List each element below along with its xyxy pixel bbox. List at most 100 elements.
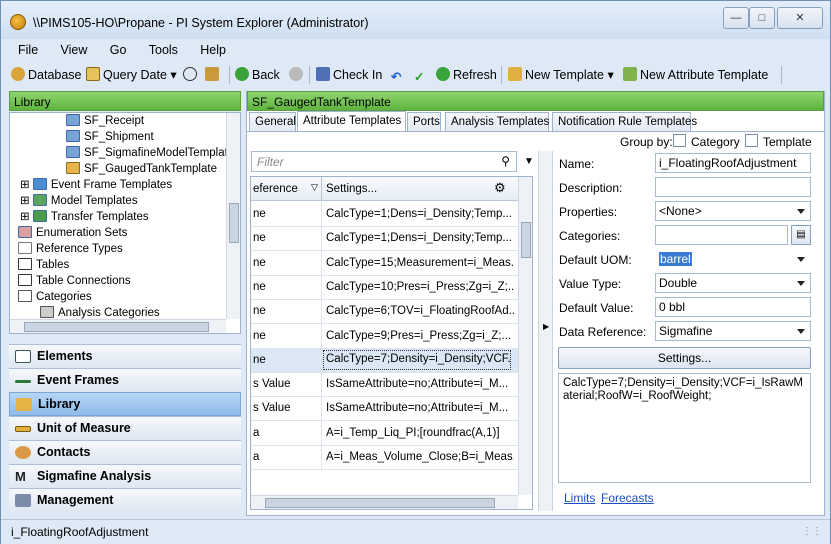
new-attribute-template-button[interactable]: New Attribute Template bbox=[623, 66, 768, 84]
reference-icon bbox=[18, 242, 32, 254]
filter-funnel-icon[interactable]: ▽ bbox=[311, 182, 318, 193]
back-button[interactable]: Back bbox=[235, 66, 280, 84]
table-row[interactable]: ne CalcType=1;Dens=i_Density;Temp... bbox=[251, 226, 518, 252]
table-row[interactable]: ne CalcType=6;TOV=i_FloatingRoofAd... bbox=[251, 299, 518, 325]
table-row[interactable]: s Value IsSameAttribute=no;Attribute=i_M.… bbox=[251, 372, 518, 398]
table-row[interactable]: ne CalcType=10;Pres=i_Press;Zg=i_Z;... bbox=[251, 274, 518, 300]
limits-link[interactable]: Limits bbox=[564, 491, 595, 505]
nav-management[interactable]: Management bbox=[9, 488, 241, 512]
tab-analysis-templates[interactable]: Analysis Templates bbox=[445, 112, 549, 132]
main-window: \\PIMS105-HO\Propane - PI System Explore… bbox=[0, 0, 831, 544]
menu-view[interactable]: View bbox=[50, 41, 96, 57]
filter-input[interactable]: Filter ⚲ bbox=[251, 151, 517, 172]
check-in-button[interactable]: Check In bbox=[316, 66, 382, 84]
table-row[interactable]: ne CalcType=7;Density=i_Density;VCF... bbox=[251, 347, 518, 373]
category-checkbox[interactable] bbox=[673, 134, 686, 147]
refresh-button[interactable]: Refresh bbox=[436, 66, 497, 84]
nav-contacts[interactable]: Contacts bbox=[9, 440, 241, 464]
tree-item-categories[interactable]: Categories bbox=[18, 289, 92, 305]
properties-label: Properties: bbox=[559, 205, 618, 219]
tree-item-reference-types[interactable]: Reference Types bbox=[18, 241, 123, 257]
default-value-label: Default Value: bbox=[559, 301, 634, 315]
resize-grip-icon[interactable]: ⋮⋮ bbox=[802, 520, 822, 544]
table-row[interactable]: ne CalcType=9;Pres=i_Press;Zg=i_Z;... bbox=[251, 323, 518, 349]
tab-ports[interactable]: Ports bbox=[407, 112, 441, 132]
library-vertical-scrollbar[interactable] bbox=[226, 113, 240, 319]
filter-dropdown-button[interactable]: ▼ bbox=[521, 151, 537, 172]
tab-attribute-templates[interactable]: Attribute Templates bbox=[297, 111, 406, 132]
table-row[interactable]: ne CalcType=15;Measurement=i_Meas... bbox=[251, 250, 518, 276]
config-string-box[interactable]: CalcType=7;Density=i_Density;VCF=i_IsRaw… bbox=[558, 373, 811, 483]
tree-item-transfer-templates[interactable]: ⊞ Transfer Templates bbox=[20, 209, 149, 225]
library-icon bbox=[16, 398, 32, 411]
cell-reference: s Value bbox=[253, 402, 291, 415]
cell-reference: a bbox=[253, 451, 260, 463]
column-header-settings[interactable]: Settings... bbox=[326, 183, 377, 195]
tree-item-event-frame-templates[interactable]: ⊞ Event Frame Templates bbox=[20, 177, 172, 193]
query-date-button[interactable]: Query Date ▾ bbox=[86, 66, 177, 84]
tree-item-model-templates[interactable]: ⊞ Model Templates bbox=[20, 193, 138, 209]
tab-general[interactable]: General bbox=[249, 112, 296, 132]
menu-file[interactable]: File bbox=[7, 41, 46, 57]
undo-button[interactable]: ↶ bbox=[391, 66, 408, 84]
search-db-button[interactable] bbox=[205, 66, 222, 84]
tree-item-enumeration-sets[interactable]: Enumeration Sets bbox=[18, 225, 127, 241]
cell-reference: ne bbox=[253, 256, 266, 269]
tree-item-sf-shipment[interactable]: SF_Shipment bbox=[66, 129, 154, 145]
new-template-button[interactable]: New Template ▾ bbox=[508, 66, 614, 84]
clock-icon bbox=[183, 67, 197, 81]
description-field[interactable] bbox=[655, 177, 811, 197]
settings-button[interactable]: Settings... bbox=[558, 347, 811, 369]
search-icon[interactable]: ⚲ bbox=[501, 154, 510, 168]
database-button[interactable]: Database bbox=[11, 66, 82, 84]
grid-horizontal-scrollbar[interactable] bbox=[251, 495, 518, 509]
table-row[interactable]: ne CalcType=1;Dens=i_Density;Temp... bbox=[251, 202, 518, 227]
menu-tools[interactable]: Tools bbox=[138, 41, 186, 57]
scroll-thumb[interactable] bbox=[229, 203, 239, 243]
scroll-thumb[interactable] bbox=[24, 322, 209, 332]
table-row[interactable]: a A=i_Meas_Volume_Close;B=i_Meas... bbox=[251, 445, 518, 470]
tab-notification-rule-templates[interactable]: Notification Rule Templates bbox=[552, 112, 697, 132]
forecasts-link[interactable]: Forecasts bbox=[601, 491, 654, 505]
table-row[interactable]: a A=i_Temp_Liq_PI;[roundfrac(A,1)] bbox=[251, 420, 518, 446]
close-button[interactable]: ✕ bbox=[777, 7, 823, 29]
nav-library[interactable]: Library bbox=[9, 392, 241, 416]
nav-unit-of-measure[interactable]: Unit of Measure bbox=[9, 416, 241, 440]
panel-splitter[interactable]: ▶ bbox=[538, 151, 553, 511]
forward-button[interactable] bbox=[289, 66, 306, 84]
app-icon bbox=[10, 14, 26, 30]
clock-button[interactable] bbox=[183, 66, 200, 84]
data-reference-dropdown[interactable]: Sigmafine bbox=[655, 321, 811, 341]
nav-sigmafine-analysis[interactable]: M Sigmafine Analysis bbox=[9, 464, 241, 488]
chevron-right-icon[interactable]: ▶ bbox=[543, 322, 549, 331]
tree-item-tables[interactable]: Tables bbox=[18, 257, 69, 273]
categories-field[interactable] bbox=[655, 225, 788, 245]
scroll-thumb[interactable] bbox=[521, 222, 531, 258]
ruler-icon bbox=[15, 426, 31, 432]
nav-event-frames[interactable]: Event Frames bbox=[9, 368, 241, 392]
column-header-reference[interactable]: eference bbox=[253, 183, 298, 195]
menu-help[interactable]: Help bbox=[189, 41, 234, 57]
tree-item-sf-gauged-tank-template[interactable]: SF_GaugedTankTemplate bbox=[66, 161, 217, 177]
default-uom-dropdown[interactable]: barrel bbox=[655, 249, 811, 269]
value-type-dropdown[interactable]: Double bbox=[655, 273, 811, 293]
minimize-button[interactable]: — bbox=[723, 7, 749, 29]
categories-browse-button[interactable]: ▤ bbox=[791, 225, 811, 245]
gear-icon[interactable]: ⚙ bbox=[494, 180, 506, 196]
menu-go[interactable]: Go bbox=[99, 41, 135, 57]
tree-item-sf-receipt[interactable]: SF_Receipt bbox=[66, 113, 144, 129]
table-row[interactable]: s Value IsSameAttribute=no;Attribute=i_M.… bbox=[251, 396, 518, 422]
nav-elements[interactable]: Elements bbox=[9, 344, 241, 368]
default-value-field[interactable]: 0 bbl bbox=[655, 297, 811, 317]
scroll-thumb[interactable] bbox=[265, 498, 495, 508]
name-field[interactable]: i_FloatingRoofAdjustment bbox=[655, 153, 811, 173]
tree-item-table-connections[interactable]: Table Connections bbox=[18, 273, 131, 289]
library-horizontal-scrollbar[interactable] bbox=[10, 319, 226, 333]
maximize-button[interactable]: □ bbox=[749, 7, 775, 29]
properties-dropdown[interactable]: <None> bbox=[655, 201, 811, 221]
apply-button[interactable]: ✓ bbox=[414, 66, 431, 84]
tree-item-sf-sigmafine-model-template[interactable]: SF_SigmafineModelTemplate bbox=[66, 145, 234, 161]
template-checkbox[interactable] bbox=[745, 134, 758, 147]
sigmafine-icon: M bbox=[15, 469, 26, 484]
grid-vertical-scrollbar[interactable] bbox=[518, 177, 532, 495]
